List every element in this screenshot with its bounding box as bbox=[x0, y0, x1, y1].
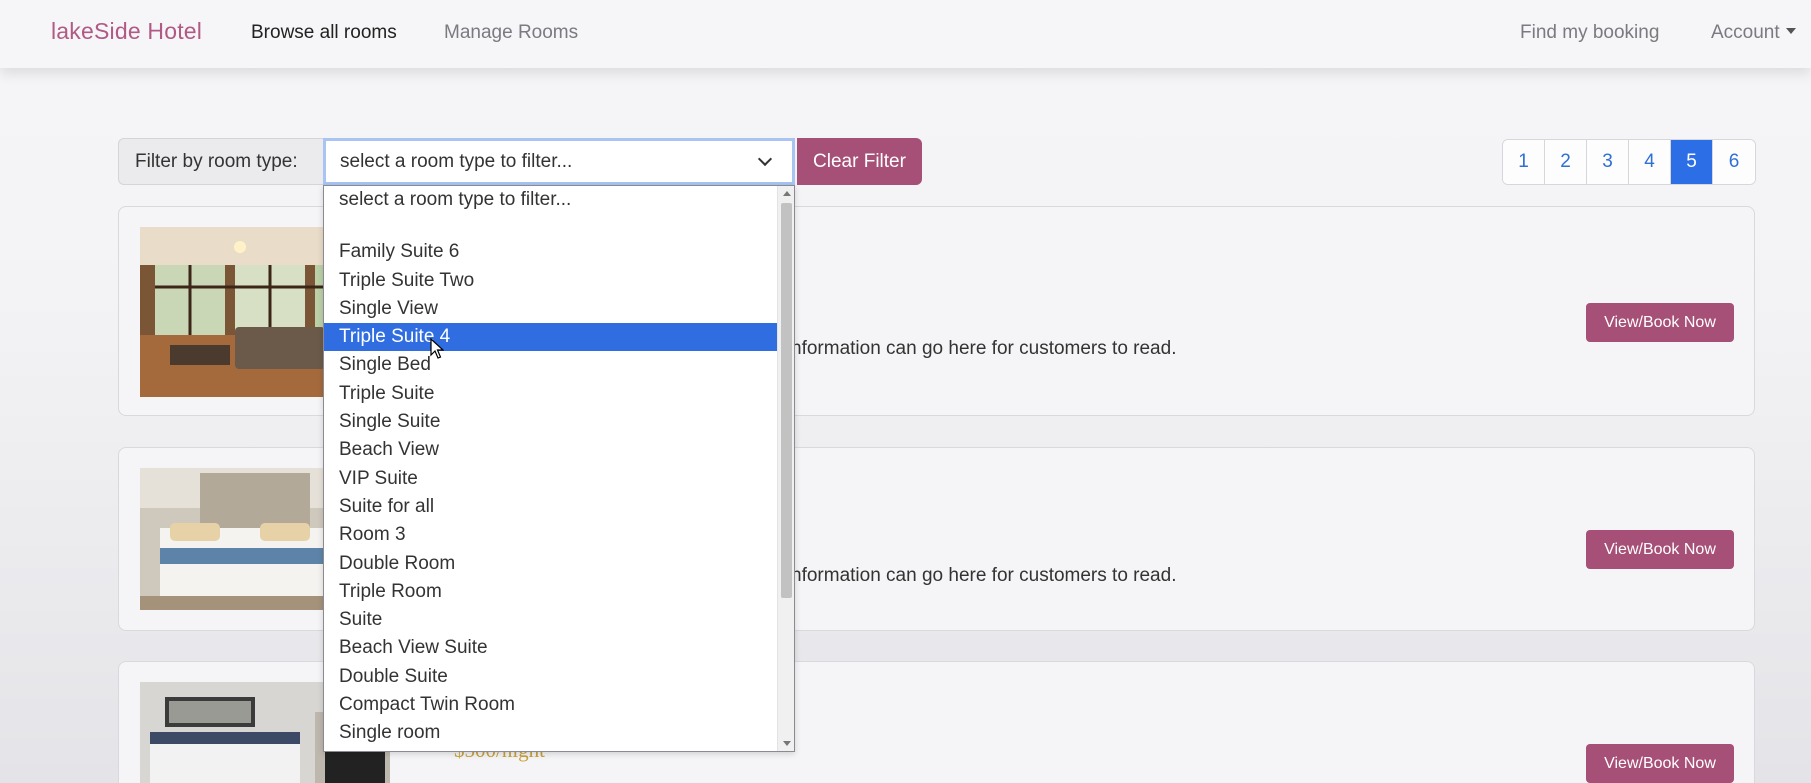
dropdown-option[interactable]: Beach View Suite bbox=[324, 634, 777, 662]
room-type-dropdown-list: select a room type to filter... Family S… bbox=[323, 185, 795, 752]
room-description: nformation can go here for customers to … bbox=[791, 338, 1177, 359]
dropdown-option[interactable]: Suite bbox=[324, 606, 777, 634]
mouse-cursor-icon bbox=[430, 338, 444, 359]
scrollbar-thumb[interactable] bbox=[781, 203, 792, 598]
dropdown-scrollbar[interactable] bbox=[777, 186, 794, 751]
dropdown-option[interactable]: VIP Suite bbox=[324, 465, 777, 493]
select-current-value: select a room type to filter... bbox=[340, 151, 573, 172]
page-5-button[interactable]: 5 bbox=[1671, 140, 1713, 184]
navbar: lakeSide Hotel Browse all rooms Manage R… bbox=[0, 0, 1811, 68]
dropdown-option[interactable]: Single View bbox=[324, 295, 777, 323]
scroll-down-icon[interactable] bbox=[783, 741, 791, 746]
nav-browse-rooms[interactable]: Browse all rooms bbox=[251, 22, 397, 44]
dropdown-option-highlighted[interactable]: Triple Suite 4 bbox=[324, 323, 777, 352]
dropdown-option[interactable]: Single Suite bbox=[324, 408, 777, 436]
dropdown-option[interactable]: Single room bbox=[324, 719, 777, 747]
clear-filter-button[interactable]: Clear Filter bbox=[797, 138, 922, 185]
dropdown-option-empty[interactable] bbox=[324, 214, 777, 238]
pagination: 1 2 3 4 5 6 bbox=[1502, 139, 1756, 185]
dropdown-option[interactable]: Double Suite bbox=[324, 663, 777, 691]
page-1-button[interactable]: 1 bbox=[1503, 140, 1545, 184]
scroll-up-icon[interactable] bbox=[783, 191, 791, 196]
page-2-button[interactable]: 2 bbox=[1545, 140, 1587, 184]
nav-account-label: Account bbox=[1711, 22, 1780, 43]
dropdown-option[interactable]: Room 3 bbox=[324, 521, 777, 549]
dropdown-option[interactable]: Suite for all bbox=[324, 493, 777, 521]
dropdown-option[interactable]: Beach View bbox=[324, 436, 777, 464]
dropdown-option[interactable]: Double Room bbox=[324, 550, 777, 578]
chevron-down-icon bbox=[757, 151, 773, 167]
page-4-button[interactable]: 4 bbox=[1629, 140, 1671, 184]
filter-label: Filter by room type: bbox=[118, 138, 323, 185]
page-3-button[interactable]: 3 bbox=[1587, 140, 1629, 184]
view-book-button[interactable]: View/Book Now bbox=[1586, 530, 1734, 569]
page: lakeSide Hotel Browse all rooms Manage R… bbox=[0, 0, 1811, 783]
nav-manage-rooms[interactable]: Manage Rooms bbox=[444, 22, 578, 44]
dropdown-option[interactable]: Triple Room bbox=[324, 578, 777, 606]
page-6-button[interactable]: 6 bbox=[1713, 140, 1755, 184]
caret-down-icon bbox=[1785, 28, 1796, 34]
room-type-select[interactable]: select a room type to filter... bbox=[323, 138, 795, 185]
dropdown-option[interactable]: Family Suite 6 bbox=[324, 238, 777, 266]
dropdown-option[interactable]: Triple Suite Two bbox=[324, 267, 777, 295]
brand-logo[interactable]: lakeSide Hotel bbox=[51, 18, 202, 45]
view-book-button[interactable]: View/Book Now bbox=[1586, 744, 1734, 783]
nav-find-booking[interactable]: Find my booking bbox=[1520, 22, 1659, 44]
dropdown-options: select a room type to filter... Family S… bbox=[324, 186, 794, 748]
dropdown-option[interactable]: Compact Twin Room bbox=[324, 691, 777, 719]
room-type-filter: Filter by room type: select a room type … bbox=[118, 138, 922, 185]
room-description: nformation can go here for customers to … bbox=[791, 565, 1177, 586]
view-book-button[interactable]: View/Book Now bbox=[1586, 303, 1734, 342]
nav-account-dropdown[interactable]: Account bbox=[1711, 22, 1796, 44]
dropdown-option[interactable]: select a room type to filter... bbox=[324, 186, 777, 214]
dropdown-option[interactable]: Single Bed bbox=[324, 351, 777, 379]
dropdown-option[interactable]: Triple Suite bbox=[324, 380, 777, 408]
